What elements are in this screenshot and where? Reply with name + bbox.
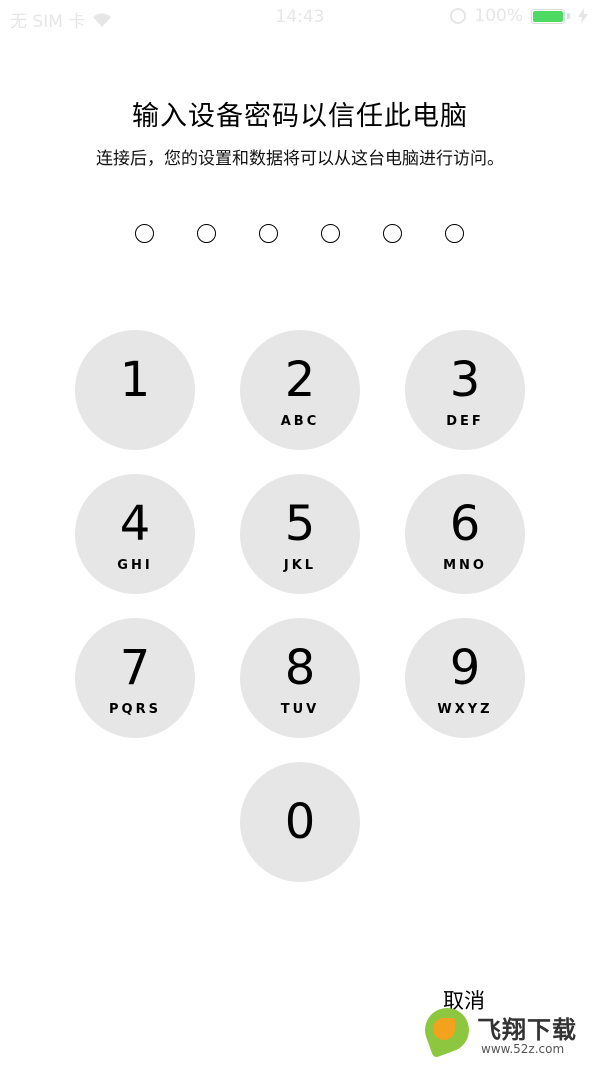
passcode-dot: [259, 224, 278, 243]
rotation-lock-icon: [450, 8, 467, 24]
passcode-dot: [321, 224, 340, 243]
battery-tip: [567, 13, 570, 19]
key-1[interactable]: 1: [75, 330, 195, 450]
key-digit: 3: [449, 352, 481, 408]
key-5[interactable]: 5 JKL: [240, 474, 360, 594]
key-letters: TUV: [280, 702, 320, 717]
key-digit: 9: [449, 640, 481, 696]
battery-icon: [531, 8, 565, 24]
leaf-accent-icon: [433, 1018, 455, 1040]
page-subtitle: 连接后，您的设置和数据将可以从这台电脑进行访问。: [96, 149, 504, 169]
status-bar: 无 SIM 卡 14:43 100%: [0, 0, 600, 34]
passcode-dots: [135, 224, 465, 246]
key-letters: PQRS: [109, 702, 161, 717]
battery-percent: 100%: [474, 6, 523, 26]
key-9[interactable]: 9 WXYZ: [405, 618, 525, 738]
key-digit: 2: [284, 352, 316, 408]
passcode-dot: [135, 224, 154, 243]
key-digit: 8: [284, 640, 316, 696]
status-bar-right: 100%: [450, 6, 588, 26]
charging-bolt-icon: [578, 8, 588, 24]
watermark-url: www.52z.com: [481, 1042, 565, 1056]
key-letters: DEF: [446, 414, 484, 429]
key-digit: 7: [119, 640, 151, 696]
key-digit: 6: [449, 496, 481, 552]
passcode-dot: [445, 224, 464, 243]
key-4[interactable]: 4 GHI: [75, 474, 195, 594]
key-6[interactable]: 6 MNO: [405, 474, 525, 594]
key-0[interactable]: 0: [240, 762, 360, 882]
watermark-name: 飞翔下载: [477, 1016, 577, 1044]
key-letters: MNO: [443, 558, 487, 573]
key-3[interactable]: 3 DEF: [405, 330, 525, 450]
key-2[interactable]: 2 ABC: [240, 330, 360, 450]
key-letters: GHI: [117, 558, 153, 573]
key-digit: 1: [119, 352, 151, 408]
key-letters: JKL: [283, 558, 317, 573]
key-letters: WXYZ: [437, 702, 493, 717]
key-7[interactable]: 7 PQRS: [75, 618, 195, 738]
key-digit: 5: [284, 496, 316, 552]
key-digit: 0: [284, 794, 316, 850]
key-8[interactable]: 8 TUV: [240, 618, 360, 738]
key-digit: 4: [119, 496, 151, 552]
key-letters: ABC: [280, 414, 320, 429]
page-title: 输入设备密码以信任此电脑: [132, 101, 468, 132]
passcode-dot: [383, 224, 402, 243]
watermark-logo: 飞翔下载 www.52z.com: [418, 1001, 595, 1062]
passcode-dot: [197, 224, 216, 243]
